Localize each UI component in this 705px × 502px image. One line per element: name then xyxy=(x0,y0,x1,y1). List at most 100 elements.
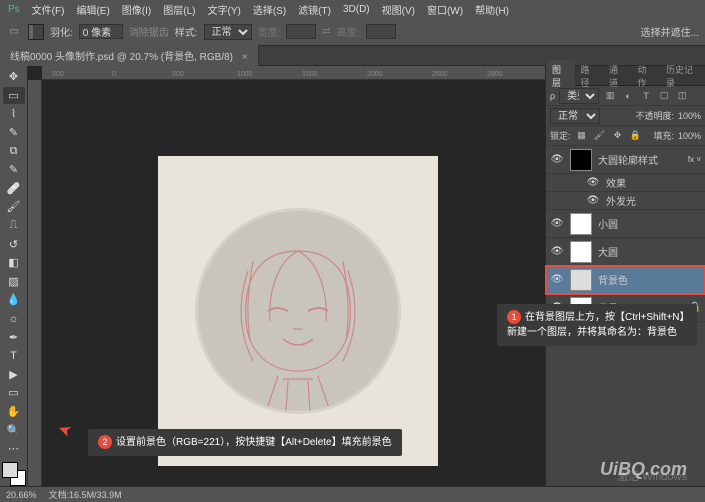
brush-tool[interactable]: 🖌 xyxy=(3,198,25,216)
lasso-tool[interactable]: ⌇ xyxy=(3,105,25,123)
filter-image-icon[interactable]: ▥ xyxy=(603,89,617,103)
shape-tool[interactable]: ▭ xyxy=(3,384,25,402)
doc-size-value: 16.5M/33.9M xyxy=(69,490,122,500)
lock-row: 锁定: ▦ 🖌 ✥ 🔒 填充: 100% xyxy=(546,126,705,146)
ruler-horizontal: 500 0 500 1000 1500 2000 2500 2800 xyxy=(42,66,545,80)
zoom-value[interactable]: 20.66% xyxy=(6,490,37,500)
menu-filter[interactable]: 滤镜(T) xyxy=(298,2,331,17)
fill-value[interactable]: 100% xyxy=(678,131,701,141)
lock-trans-icon[interactable]: ▦ xyxy=(575,129,589,143)
zoom-tool[interactable]: 🔍 xyxy=(3,421,25,439)
ps-icon: Ps xyxy=(8,4,20,15)
document-tab[interactable]: 线稿0000 头像制作.psd @ 20.7% (背景色, RGB/8) × xyxy=(0,45,259,66)
close-icon[interactable]: × xyxy=(242,52,248,63)
gradient-tool[interactable]: ▨ xyxy=(3,273,25,291)
width-label: 宽度: xyxy=(258,24,281,39)
layer-item-big-circle[interactable]: 👁 大圆 xyxy=(546,238,705,266)
eraser-tool[interactable]: ◧ xyxy=(3,254,25,272)
filter-icon[interactable]: ρ xyxy=(550,91,555,101)
filter-smart-icon[interactable]: ◫ xyxy=(675,89,689,103)
crop-tool[interactable]: ⧉ xyxy=(3,142,25,160)
layer-name: 背景色 xyxy=(598,272,628,287)
annotation-number-2: 2 xyxy=(98,435,112,449)
options-bar: ▭ 羽化: 消除锯齿 样式: 正常 宽度: ⇄ 高度: 选择并遮住... xyxy=(0,18,705,46)
feather-input[interactable] xyxy=(79,24,123,39)
opacity-value[interactable]: 100% xyxy=(678,111,701,121)
lock-paint-icon[interactable]: 🖌 xyxy=(593,129,607,143)
right-panels: 图层 路径 通道 动作 历史记录 ρ 类型 ▥ ◐ T ▢ ◫ 正常 不透明度:… xyxy=(545,66,705,486)
layer-thumb xyxy=(570,241,592,263)
height-label: 高度: xyxy=(337,24,360,39)
menu-file[interactable]: 文件(F) xyxy=(32,2,65,17)
marquee-tool[interactable]: ▭ xyxy=(3,87,25,105)
stamp-tool[interactable]: ⎍ xyxy=(3,217,25,235)
layer-item-small-circle[interactable]: 👁 小圆 xyxy=(546,210,705,238)
filter-adjust-icon[interactable]: ◐ xyxy=(621,89,635,103)
history-brush-tool[interactable]: ↺ xyxy=(3,235,25,253)
layer-thumb xyxy=(570,149,592,171)
layer-item-effects[interactable]: 👁 效果 xyxy=(546,174,705,192)
fill-label: 填充: xyxy=(653,129,674,142)
path-select-tool[interactable]: ▶ xyxy=(3,366,25,384)
layer-item-bgcolor[interactable]: 👁 背景色 xyxy=(546,266,705,294)
antialias-checkbox[interactable]: 消除锯齿 xyxy=(129,24,169,39)
marquee-tool-icon[interactable]: ▭ xyxy=(6,24,22,40)
menu-3d[interactable]: 3D(D) xyxy=(343,4,370,15)
style-select[interactable]: 正常 xyxy=(204,24,252,40)
menu-edit[interactable]: 编辑(E) xyxy=(76,2,109,17)
canvas-area[interactable]: 500 0 500 1000 1500 2000 2500 2800 xyxy=(28,66,545,486)
visibility-icon[interactable]: 👁 xyxy=(550,218,564,229)
pen-tool[interactable]: ✒ xyxy=(3,328,25,346)
layer-thumb xyxy=(570,213,592,235)
filter-text-icon[interactable]: T xyxy=(639,89,653,103)
quick-select-tool[interactable]: ✎ xyxy=(3,124,25,142)
panel-tab-strip: 图层 路径 通道 动作 历史记录 xyxy=(546,66,705,86)
select-and-mask-button[interactable]: 选择并遮住... xyxy=(641,24,699,39)
lock-all-icon[interactable]: 🔒 xyxy=(629,129,643,143)
width-input xyxy=(286,24,316,39)
layer-filter-select[interactable]: 类型 xyxy=(559,88,599,104)
menu-view[interactable]: 视图(V) xyxy=(382,2,415,17)
menu-layer[interactable]: 图层(L) xyxy=(163,2,195,17)
layer-item-outer-glow[interactable]: 👁 外发光 xyxy=(546,192,705,210)
annotation-number-1: 1 xyxy=(507,310,521,324)
move-tool[interactable]: ✥ xyxy=(3,68,25,86)
dodge-tool[interactable]: ☼ xyxy=(3,310,25,328)
eyedropper-tool[interactable]: ✎ xyxy=(3,161,25,179)
menu-image[interactable]: 图像(I) xyxy=(122,2,151,17)
blur-tool[interactable]: 💧 xyxy=(3,291,25,309)
lock-pos-icon[interactable]: ✥ xyxy=(611,129,625,143)
watermark: UiBQ.com xyxy=(600,459,687,480)
menu-window[interactable]: 窗口(W) xyxy=(427,2,463,17)
style-label: 样式: xyxy=(175,24,198,39)
type-tool[interactable]: T xyxy=(3,347,25,365)
visibility-icon[interactable]: 👁 xyxy=(550,274,564,285)
avatar-sketch xyxy=(198,211,398,411)
blend-mode-select[interactable]: 正常 xyxy=(550,108,600,124)
filter-shape-icon[interactable]: ▢ xyxy=(657,89,671,103)
foreground-color-swatch[interactable] xyxy=(2,462,18,478)
layer-thumb xyxy=(570,269,592,291)
layer-name: 外发光 xyxy=(606,193,636,208)
tool-palette: ✥ ▭ ⌇ ✎ ⧉ ✎ 🩹 🖌 ⎍ ↺ ◧ ▨ 💧 ☼ ✒ T ▶ ▭ ✋ 🔍 … xyxy=(0,66,28,486)
visibility-icon[interactable]: 👁 xyxy=(550,246,564,257)
opacity-label: 不透明度: xyxy=(635,109,674,122)
visibility-icon[interactable]: 👁 xyxy=(586,177,600,188)
selection-mode[interactable] xyxy=(28,24,44,40)
color-swatches[interactable] xyxy=(2,462,26,485)
fx-badge[interactable]: fx ˅ xyxy=(688,155,701,164)
menu-help[interactable]: 帮助(H) xyxy=(475,2,509,17)
edit-toolbar[interactable]: ⋯ xyxy=(3,440,25,458)
menu-type[interactable]: 文字(Y) xyxy=(207,2,240,17)
height-input xyxy=(366,24,396,39)
healing-tool[interactable]: 🩹 xyxy=(3,180,25,198)
feather-label: 羽化: xyxy=(50,24,73,39)
layer-item-outline[interactable]: 👁 大圆轮廓样式 fx ˅ xyxy=(546,146,705,174)
hand-tool[interactable]: ✋ xyxy=(3,403,25,421)
layer-name: 大圆轮廓样式 xyxy=(598,152,658,167)
visibility-icon[interactable]: 👁 xyxy=(586,195,600,206)
menu-bar: Ps 文件(F) 编辑(E) 图像(I) 图层(L) 文字(Y) 选择(S) 滤… xyxy=(0,0,705,18)
menu-select[interactable]: 选择(S) xyxy=(253,2,286,17)
status-bar: 20.66% 文档:16.5M/33.9M xyxy=(0,486,705,502)
visibility-icon[interactable]: 👁 xyxy=(550,154,564,165)
